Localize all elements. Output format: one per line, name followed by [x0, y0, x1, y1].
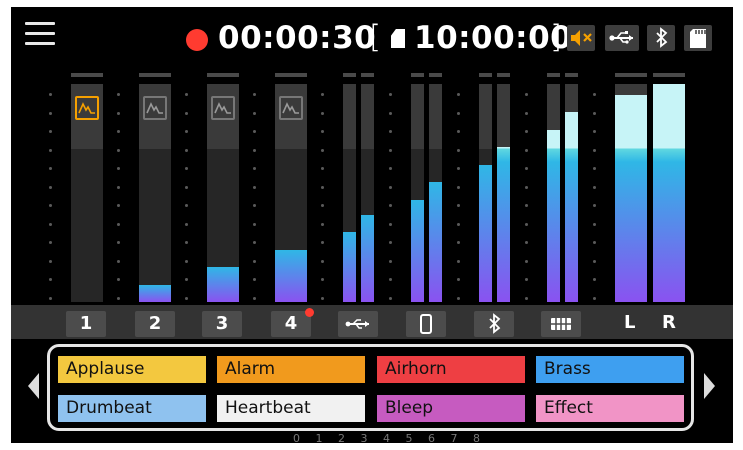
level-meters: [11, 69, 733, 305]
phone-left-meter: [411, 84, 424, 302]
sampler-icon[interactable]: [279, 96, 303, 120]
bluetooth-channel-button[interactable]: [474, 311, 514, 337]
usb-right-meter-level: [361, 215, 374, 302]
remaining-time: 10:00:00: [414, 20, 573, 56]
sound-pad-right-meter-level: [565, 112, 578, 302]
phone-left-meter-level: [411, 200, 424, 302]
sound-pad-left-meter-peak-hold: [547, 73, 560, 77]
channel-4-meter-peak-hold: [275, 73, 307, 77]
bluetooth-status-icon: [647, 25, 675, 51]
usb-left-meter-peak-hold: [343, 73, 356, 77]
usb-icon: [345, 319, 369, 329]
channel-3-button[interactable]: 3: [202, 311, 242, 337]
sound-pad-left-meter-level: [547, 130, 560, 302]
sound-pad-panel: Applause Alarm Airhorn Brass Drumbeat He…: [47, 344, 694, 431]
master-left-label: L: [624, 312, 636, 333]
channel-4-meter-level: [275, 250, 307, 302]
next-bank-arrow-icon[interactable]: [704, 373, 715, 399]
sound-pad-channel-button[interactable]: [541, 311, 581, 337]
sound-pad-effect[interactable]: Effect: [536, 395, 684, 422]
phone-channel-button[interactable]: [406, 311, 446, 337]
sound-pad-heartbeat[interactable]: Heartbeat: [217, 395, 365, 422]
sound-pad-alarm[interactable]: Alarm: [217, 356, 365, 383]
menu-icon[interactable]: [25, 22, 55, 46]
channel-4-button[interactable]: 4: [271, 308, 314, 337]
channel-3-meter-peak-hold: [207, 73, 239, 77]
master-left-meter-level: [615, 95, 647, 302]
usb-left-meter-level: [343, 232, 356, 302]
mute-icon[interactable]: [567, 25, 595, 51]
channel-1-meter-peak-hold: [71, 73, 103, 77]
channel-label-strip: 1 2 3 4 L R: [11, 305, 733, 339]
channel-1-button[interactable]: 1: [66, 311, 106, 337]
bracket-open: [: [369, 19, 382, 55]
usb-left-meter: [343, 84, 356, 302]
channel-2-button[interactable]: 2: [135, 311, 175, 337]
master-left-meter-peak-hold: [615, 73, 647, 77]
bluetooth-left-meter-peak-hold: [479, 73, 492, 77]
sound-pad-airhorn[interactable]: Airhorn: [377, 356, 525, 383]
device-screen: 00:00:30 [ 10:00:00 ] 1 2 3 4 L R Applau…: [11, 7, 733, 443]
channel-2-meter-level: [139, 285, 171, 302]
sound-pad-icon: [551, 318, 571, 330]
sampler-icon[interactable]: [75, 96, 99, 120]
master-left-meter: [615, 84, 647, 302]
usb-status-icon: [605, 25, 639, 51]
previous-bank-arrow-icon[interactable]: [28, 373, 39, 399]
sound-pad-drumbeat[interactable]: Drumbeat: [58, 395, 206, 422]
clip-indicator: [305, 308, 314, 317]
usb-channel-button[interactable]: [338, 311, 378, 337]
master-right-meter-peak-hold: [653, 73, 685, 77]
usb-right-meter: [361, 84, 374, 302]
bluetooth-right-meter-level: [497, 147, 510, 302]
master-right-label: R: [662, 312, 676, 333]
master-right-meter-level: [653, 84, 685, 302]
bluetooth-right-meter-peak-hold: [497, 73, 510, 77]
phone-icon: [420, 314, 432, 334]
phone-right-meter-level: [429, 182, 442, 302]
bluetooth-left-meter: [479, 84, 492, 302]
bluetooth-icon: [489, 313, 501, 334]
sampler-icon[interactable]: [143, 96, 167, 120]
channel-3-meter-level: [207, 267, 239, 302]
usb-right-meter-peak-hold: [361, 73, 374, 77]
sound-pad-applause[interactable]: Applause: [58, 356, 206, 383]
record-indicator-icon: [186, 29, 208, 51]
page-indicator: 0 1 2 3 4 5 6 7 8: [293, 432, 486, 443]
recording-time: 00:00:30: [218, 20, 377, 56]
sound-pad-left-meter: [547, 84, 560, 302]
sampler-icon[interactable]: [211, 96, 235, 120]
sound-pad-right-meter: [565, 84, 578, 302]
sd-card-status-icon: [684, 25, 712, 51]
phone-left-meter-peak-hold: [411, 73, 424, 77]
sound-pad-bleep[interactable]: Bleep: [377, 395, 525, 422]
bluetooth-right-meter: [497, 84, 510, 302]
bluetooth-left-meter-level: [479, 165, 492, 302]
bracket-close: ]: [550, 19, 563, 55]
phone-right-meter-peak-hold: [429, 73, 442, 77]
phone-right-meter: [429, 84, 442, 302]
channel-2-meter-peak-hold: [139, 73, 171, 77]
sd-card-icon: [391, 29, 405, 48]
sound-pad-brass[interactable]: Brass: [536, 356, 684, 383]
master-right-meter: [653, 84, 685, 302]
sound-pad-right-meter-peak-hold: [565, 73, 578, 77]
